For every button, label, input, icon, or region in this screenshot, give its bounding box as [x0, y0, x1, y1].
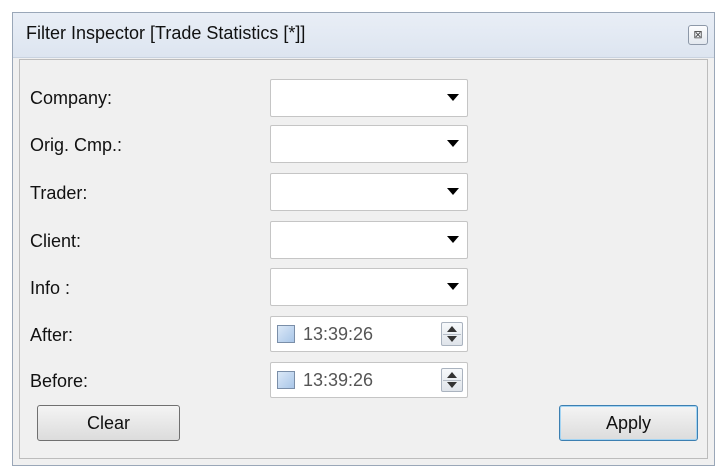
spin-up-icon[interactable]: [447, 326, 457, 332]
info-label: Info :: [30, 278, 71, 298]
spin-up-icon[interactable]: [447, 372, 457, 378]
orig-cmp-label: Orig. Cmp.:: [30, 135, 123, 155]
apply-button[interactable]: Apply: [559, 405, 698, 441]
before-time-value[interactable]: 13:39:26: [303, 370, 373, 391]
after-enable-checkbox[interactable]: [277, 325, 295, 343]
dropdown-arrow-icon[interactable]: [447, 283, 459, 290]
before-enable-checkbox[interactable]: [277, 371, 295, 389]
dropdown-arrow-icon[interactable]: [447, 94, 459, 101]
before-label: Before:: [30, 371, 89, 391]
spinner-divider: [443, 380, 461, 381]
client-label: Client:: [30, 231, 82, 251]
orig-cmp-combo[interactable]: [270, 125, 468, 163]
clear-button[interactable]: Clear: [37, 405, 180, 441]
after-label: After:: [30, 325, 74, 345]
trader-combo[interactable]: [270, 173, 468, 211]
dropdown-arrow-icon[interactable]: [447, 140, 459, 147]
dropdown-arrow-icon[interactable]: [447, 188, 459, 195]
filter-panel: Company: Orig. Cmp.: Trader: Client: Inf…: [19, 59, 708, 459]
spinner-icon[interactable]: [441, 368, 463, 392]
close-button[interactable]: ⊠: [688, 25, 708, 45]
client-combo[interactable]: [270, 221, 468, 259]
title-bar[interactable]: Filter Inspector [Trade Statistics [*]] …: [13, 13, 714, 58]
dropdown-arrow-icon[interactable]: [447, 236, 459, 243]
company-label: Company:: [30, 88, 113, 108]
after-time-value[interactable]: 13:39:26: [303, 324, 373, 345]
spinner-icon[interactable]: [441, 322, 463, 346]
info-combo[interactable]: [270, 268, 468, 306]
company-combo[interactable]: [270, 79, 468, 117]
window-title: Filter Inspector [Trade Statistics [*]]: [26, 23, 306, 43]
filter-inspector-window: Filter Inspector [Trade Statistics [*]] …: [12, 12, 715, 466]
before-time-picker[interactable]: 13:39:26: [270, 362, 468, 398]
spin-down-icon[interactable]: [447, 336, 457, 342]
after-time-picker[interactable]: 13:39:26: [270, 316, 468, 352]
spinner-divider: [443, 334, 461, 335]
trader-label: Trader:: [30, 183, 88, 203]
spin-down-icon[interactable]: [447, 382, 457, 388]
